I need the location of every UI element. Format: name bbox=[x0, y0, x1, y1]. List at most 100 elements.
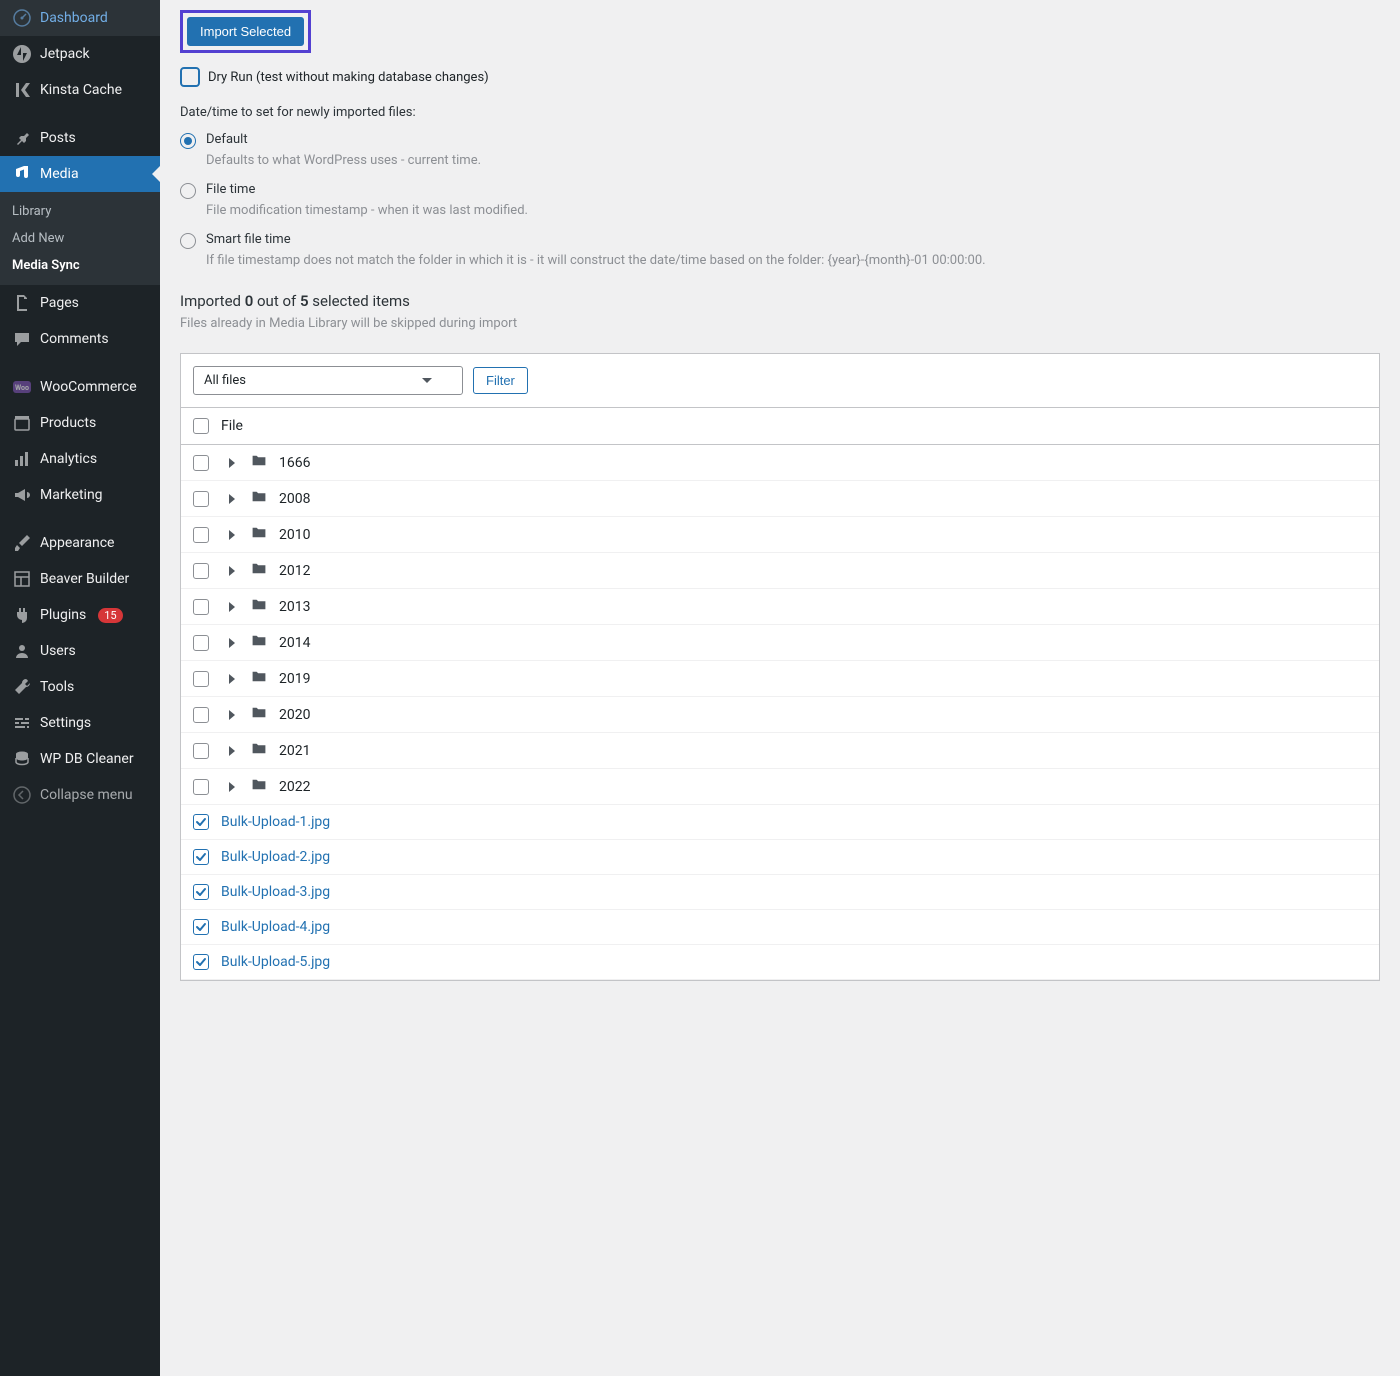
row-checkbox[interactable] bbox=[193, 779, 209, 795]
table-row[interactable]: 2013 bbox=[181, 589, 1379, 625]
table-row[interactable]: Bulk-Upload-5.jpg bbox=[181, 945, 1379, 980]
row-checkbox[interactable] bbox=[193, 707, 209, 723]
table-row[interactable]: Bulk-Upload-1.jpg bbox=[181, 805, 1379, 840]
filter-button[interactable]: Filter bbox=[473, 367, 528, 394]
expand-icon[interactable] bbox=[229, 566, 235, 576]
row-checkbox[interactable] bbox=[193, 743, 209, 759]
file-name[interactable]: Bulk-Upload-2.jpg bbox=[221, 849, 330, 865]
filter-bar: All files Filter bbox=[181, 354, 1379, 407]
folder-name[interactable]: 2012 bbox=[279, 563, 310, 579]
analytics-icon bbox=[12, 449, 32, 469]
sidebar-item-comments[interactable]: Comments bbox=[0, 321, 160, 357]
table-row[interactable]: Bulk-Upload-4.jpg bbox=[181, 910, 1379, 945]
sidebar-collapse[interactable]: Collapse menu bbox=[0, 777, 160, 813]
table-row[interactable]: Bulk-Upload-2.jpg bbox=[181, 840, 1379, 875]
file-name[interactable]: Bulk-Upload-1.jpg bbox=[221, 814, 330, 830]
sidebar-item-label: Collapse menu bbox=[40, 787, 133, 803]
file-name[interactable]: Bulk-Upload-3.jpg bbox=[221, 884, 330, 900]
folder-icon-wrap bbox=[251, 454, 267, 471]
sidebar-item-users[interactable]: Users bbox=[0, 633, 160, 669]
row-checkbox[interactable] bbox=[193, 919, 209, 935]
folder-name[interactable]: 2022 bbox=[279, 779, 310, 795]
radio-button[interactable] bbox=[180, 183, 196, 199]
filter-select[interactable]: All files bbox=[193, 366, 463, 395]
sidebar-item-plugins[interactable]: Plugins 15 bbox=[0, 597, 160, 633]
sidebar-subitem-library[interactable]: Library bbox=[0, 198, 160, 225]
row-checkbox[interactable] bbox=[193, 954, 209, 970]
sidebar-item-settings[interactable]: Settings bbox=[0, 705, 160, 741]
import-selected-button[interactable]: Import Selected bbox=[187, 17, 304, 46]
row-checkbox[interactable] bbox=[193, 671, 209, 687]
sidebar-item-marketing[interactable]: Marketing bbox=[0, 477, 160, 513]
select-all-checkbox[interactable] bbox=[193, 418, 209, 434]
sidebar-item-posts[interactable]: Posts bbox=[0, 120, 160, 156]
sidebar-item-label: WP DB Cleaner bbox=[40, 751, 134, 767]
expand-icon[interactable] bbox=[229, 638, 235, 648]
folder-icon-wrap bbox=[251, 526, 267, 543]
row-checkbox[interactable] bbox=[193, 563, 209, 579]
row-checkbox[interactable] bbox=[193, 599, 209, 615]
folder-name[interactable]: 2019 bbox=[279, 671, 310, 687]
table-row[interactable]: 2021 bbox=[181, 733, 1379, 769]
folder-name[interactable]: 2014 bbox=[279, 635, 310, 651]
sidebar-item-kinsta[interactable]: Kinsta Cache bbox=[0, 72, 160, 108]
user-icon bbox=[12, 641, 32, 661]
table-row[interactable]: Bulk-Upload-3.jpg bbox=[181, 875, 1379, 910]
row-checkbox[interactable] bbox=[193, 455, 209, 471]
pages-icon bbox=[12, 293, 32, 313]
table-row[interactable]: 2012 bbox=[181, 553, 1379, 589]
table-row[interactable]: 2022 bbox=[181, 769, 1379, 805]
expand-icon[interactable] bbox=[229, 710, 235, 720]
expand-icon[interactable] bbox=[229, 782, 235, 792]
expand-icon[interactable] bbox=[229, 530, 235, 540]
sidebar-item-appearance[interactable]: Appearance bbox=[0, 525, 160, 561]
table-row[interactable]: 2014 bbox=[181, 625, 1379, 661]
sidebar-item-woocommerce[interactable]: Woo WooCommerce bbox=[0, 369, 160, 405]
sidebar-item-dashboard[interactable]: Dashboard bbox=[0, 0, 160, 36]
sidebar-item-beaver[interactable]: Beaver Builder bbox=[0, 561, 160, 597]
sidebar-subitem-mediasync[interactable]: Media Sync bbox=[0, 252, 160, 279]
sidebar-item-pages[interactable]: Pages bbox=[0, 285, 160, 321]
dryrun-checkbox[interactable] bbox=[180, 67, 200, 87]
table-row[interactable]: 2019 bbox=[181, 661, 1379, 697]
column-header-file[interactable]: File bbox=[221, 418, 243, 434]
sidebar-subitem-addnew[interactable]: Add New bbox=[0, 225, 160, 252]
radio-option[interactable]: Default bbox=[180, 132, 1380, 149]
sidebar-item-dbcleaner[interactable]: WP DB Cleaner bbox=[0, 741, 160, 777]
expand-icon[interactable] bbox=[229, 494, 235, 504]
sidebar-item-jetpack[interactable]: Jetpack bbox=[0, 36, 160, 72]
radio-option[interactable]: File time bbox=[180, 182, 1380, 199]
folder-name[interactable]: 2010 bbox=[279, 527, 310, 543]
file-name[interactable]: Bulk-Upload-4.jpg bbox=[221, 919, 330, 935]
sidebar-item-products[interactable]: Products bbox=[0, 405, 160, 441]
expand-icon[interactable] bbox=[229, 458, 235, 468]
folder-name[interactable]: 2021 bbox=[279, 743, 310, 759]
expand-icon[interactable] bbox=[229, 746, 235, 756]
file-name[interactable]: Bulk-Upload-5.jpg bbox=[221, 954, 330, 970]
row-checkbox[interactable] bbox=[193, 814, 209, 830]
sidebar-item-analytics[interactable]: Analytics bbox=[0, 441, 160, 477]
row-checkbox[interactable] bbox=[193, 527, 209, 543]
table-row[interactable]: 2010 bbox=[181, 517, 1379, 553]
sidebar-item-media[interactable]: Media bbox=[0, 156, 160, 192]
sidebar-item-tools[interactable]: Tools bbox=[0, 669, 160, 705]
row-checkbox[interactable] bbox=[193, 849, 209, 865]
radio-button[interactable] bbox=[180, 133, 196, 149]
radio-option[interactable]: Smart file time bbox=[180, 232, 1380, 249]
row-checkbox[interactable] bbox=[193, 635, 209, 651]
table-row[interactable]: 2008 bbox=[181, 481, 1379, 517]
sliders-icon bbox=[12, 713, 32, 733]
table-row[interactable]: 1666 bbox=[181, 445, 1379, 481]
expand-icon[interactable] bbox=[229, 674, 235, 684]
folder-name[interactable]: 2008 bbox=[279, 491, 310, 507]
folder-name[interactable]: 2013 bbox=[279, 599, 310, 615]
row-checkbox[interactable] bbox=[193, 491, 209, 507]
table-row[interactable]: 2020 bbox=[181, 697, 1379, 733]
dryrun-label: Dry Run (test without making database ch… bbox=[208, 70, 489, 85]
folder-name[interactable]: 2020 bbox=[279, 707, 310, 723]
folder-name[interactable]: 1666 bbox=[279, 455, 310, 471]
megaphone-icon bbox=[12, 485, 32, 505]
row-checkbox[interactable] bbox=[193, 884, 209, 900]
radio-button[interactable] bbox=[180, 233, 196, 249]
expand-icon[interactable] bbox=[229, 602, 235, 612]
